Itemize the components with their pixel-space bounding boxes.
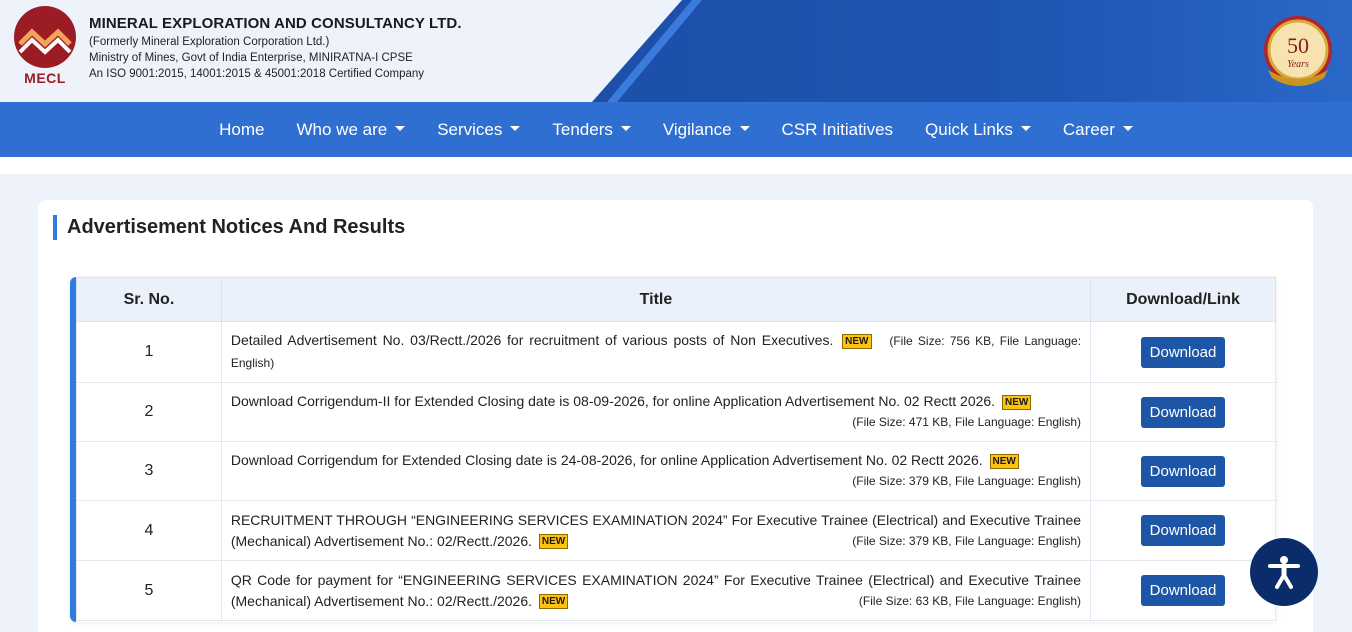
row-title-cell: Download Corrigendum-II for Extended Clo… [220, 382, 1092, 442]
table-header-row: Sr. No. Title Download/Link [76, 277, 1276, 322]
row-title-cell: RECRUITMENT THROUGH “ENGINEERING SERVICE… [220, 500, 1092, 561]
row-sr: 5 [76, 560, 222, 621]
caret-down-icon [1020, 126, 1031, 131]
notices-card: Advertisement Notices And Results Sr. No… [38, 200, 1313, 632]
caret-down-icon [510, 126, 521, 131]
new-badge: NEW [989, 453, 1019, 469]
row-file-meta: (File Size: 471 KB, File Language: Engli… [852, 415, 1082, 429]
row-sr: 3 [76, 441, 222, 501]
row-sr: 1 [76, 321, 222, 383]
row-title[interactable]: Detailed Advertisement No. 03/Rectt./202… [231, 332, 833, 348]
download-button[interactable]: Download [1140, 575, 1226, 606]
nav-services[interactable]: Services [421, 120, 536, 140]
nav-label: Services [437, 119, 503, 139]
badge-number: 50 [1287, 33, 1309, 58]
download-button[interactable]: Download [1140, 336, 1226, 368]
logo-text: MECL [24, 70, 66, 86]
nav-vigilance[interactable]: Vigilance [647, 120, 766, 140]
mecl-logo[interactable]: MECL [12, 6, 78, 90]
org-info: MINERAL EXPLORATION AND CONSULTANCY LTD.… [89, 15, 462, 80]
nav-tenders[interactable]: Tenders [536, 120, 646, 140]
nav-label: Home [219, 119, 265, 139]
download-button[interactable]: Download [1140, 396, 1226, 428]
nav-who-we-are[interactable]: Who we are [280, 120, 421, 140]
download-button[interactable]: Download [1140, 455, 1226, 487]
row-file-meta: (File Size: 379 KB, File Language: Engli… [852, 533, 1082, 548]
accessibility-button[interactable] [1250, 538, 1318, 606]
accessibility-icon [1268, 556, 1300, 589]
row-file-meta: (File Size: 63 KB, File Language: Englis… [858, 593, 1082, 608]
row-download-cell: Download [1090, 321, 1276, 383]
logo-emblem-icon [14, 6, 76, 68]
nav-career[interactable]: Career [1047, 120, 1149, 140]
nav-csr-initiatives[interactable]: CSR Initiatives [766, 120, 909, 140]
notices-table: Sr. No. Title Download/Link 1 Detailed A… [76, 277, 1276, 621]
section-title: Advertisement Notices And Results [53, 215, 405, 240]
org-name: MINERAL EXPLORATION AND CONSULTANCY LTD. [89, 15, 462, 32]
nav-quick-links[interactable]: Quick Links [909, 120, 1047, 140]
row-title[interactable]: Download Corrigendum for Extended Closin… [231, 452, 983, 468]
new-badge: NEW [842, 333, 872, 349]
table-row: 2 Download Corrigendum-II for Extended C… [76, 382, 1276, 442]
org-ministry: Ministry of Mines, Govt of India Enterpr… [89, 52, 413, 64]
caret-down-icon [1122, 126, 1133, 131]
nav-label: Who we are [296, 119, 388, 139]
main-nav: Home Who we are Services Tenders Vigilan… [0, 102, 1352, 157]
row-title-cell: QR Code for payment for “ENGINEERING SER… [220, 560, 1092, 621]
caret-down-icon [620, 126, 631, 131]
site-header: MECL MINERAL EXPLORATION AND CONSULTANCY… [0, 0, 1352, 102]
nav-divider-band [0, 157, 1352, 174]
fifty-years-badge-icon: 50 Years [1258, 12, 1338, 92]
new-badge: NEW [538, 534, 569, 550]
table-row: 4 RECRUITMENT THROUGH “ENGINEERING SERVI… [76, 500, 1276, 561]
nav-label: Tenders [552, 119, 613, 139]
row-title[interactable]: Download Corrigendum-II for Extended Clo… [231, 393, 995, 409]
row-file-meta: (File Size: 379 KB, File Language: Engli… [852, 474, 1082, 488]
table-row: 5 QR Code for payment for “ENGINEERING S… [76, 560, 1276, 621]
row-title-cell: Detailed Advertisement No. 03/Rectt./202… [220, 321, 1092, 383]
nav-label: Vigilance [662, 119, 732, 139]
notices-table-wrap: Sr. No. Title Download/Link 1 Detailed A… [70, 277, 1276, 622]
table-row: 1 Detailed Advertisement No. 03/Rectt./2… [76, 321, 1276, 383]
header-title: Title [220, 277, 1092, 322]
header-download: Download/Link [1090, 277, 1276, 322]
row-sr: 2 [76, 382, 222, 442]
badge-sub: Years [1287, 59, 1309, 70]
row-download-cell: Download [1090, 382, 1276, 442]
nav-label: Career [1062, 119, 1115, 139]
org-iso: An ISO 9001:2015, 14001:2015 & 45001:201… [89, 68, 425, 80]
nav-label: Quick Links [925, 119, 1013, 139]
row-sr: 4 [76, 500, 222, 561]
header-sr-no: Sr. No. [76, 277, 222, 322]
header-blue-panel [592, 0, 1352, 102]
caret-down-icon [395, 126, 406, 131]
new-badge: NEW [538, 594, 569, 610]
row-title-cell: Download Corrigendum for Extended Closin… [220, 441, 1092, 501]
table-row: 3 Download Corrigendum for Extended Clos… [76, 441, 1276, 501]
org-formerly: (Formerly Mineral Exploration Corporatio… [89, 36, 330, 48]
caret-down-icon [739, 126, 750, 131]
nav-label: CSR Initiatives [781, 119, 894, 139]
download-button[interactable]: Download [1140, 515, 1226, 546]
new-badge: NEW [1001, 394, 1032, 410]
row-download-cell: Download [1090, 441, 1276, 501]
row-download-cell: Download [1090, 560, 1276, 621]
row-download-cell: Download [1090, 500, 1276, 561]
nav-home[interactable]: Home [203, 120, 280, 140]
